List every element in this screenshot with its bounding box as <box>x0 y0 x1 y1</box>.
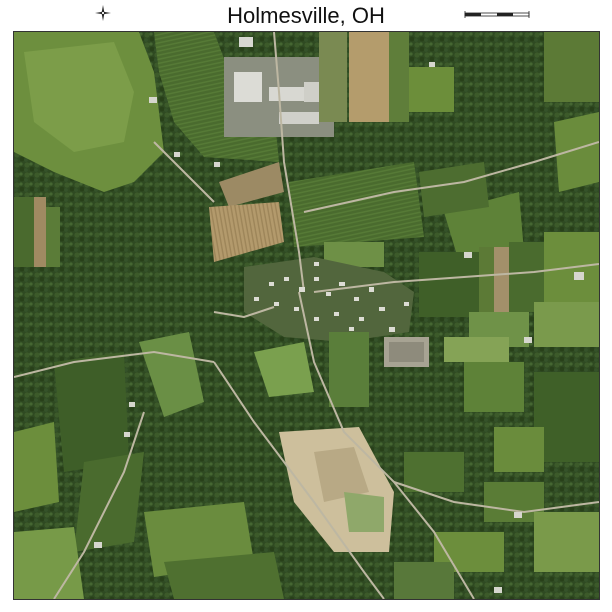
industrial-building-2 <box>269 87 309 101</box>
strip-field-west-1 <box>14 197 34 267</box>
field-east-3 <box>494 247 509 312</box>
field-southwest-4 <box>14 527 84 599</box>
aerial-map[interactable] <box>13 31 600 600</box>
aerial-map-image <box>14 32 599 599</box>
field-southeast-3 <box>494 427 544 472</box>
industrial-building-5 <box>239 37 253 47</box>
field-east-7 <box>534 302 599 347</box>
strip-field-west-3 <box>46 207 60 267</box>
field-east-8 <box>444 337 509 362</box>
field-top-right-1 <box>409 67 454 112</box>
field-right-1 <box>554 112 599 192</box>
strip-field-west-2 <box>34 197 46 267</box>
field-top-right-2 <box>544 32 599 102</box>
field-southeast-8 <box>394 562 454 599</box>
scale-bar-icon <box>464 11 530 18</box>
field-southwest-2 <box>14 422 59 512</box>
field-southeast-1 <box>464 362 524 412</box>
industrial-building-3 <box>279 112 319 124</box>
strip-field-1 <box>319 32 347 122</box>
field-east-4 <box>509 242 544 312</box>
strip-field-3 <box>389 32 409 122</box>
industrial-building-1 <box>234 72 262 102</box>
field-east-1 <box>419 252 479 317</box>
field-center-south <box>329 332 369 407</box>
field-southwest-1 <box>54 352 129 472</box>
field-east-2 <box>479 247 494 312</box>
quarry-pond <box>344 492 384 532</box>
field-southeast-7 <box>534 512 599 572</box>
factory-building <box>389 342 424 362</box>
map-header: Holmesville, OH <box>0 0 612 30</box>
field-southeast-4 <box>404 452 464 492</box>
strip-field-2 <box>349 32 389 122</box>
